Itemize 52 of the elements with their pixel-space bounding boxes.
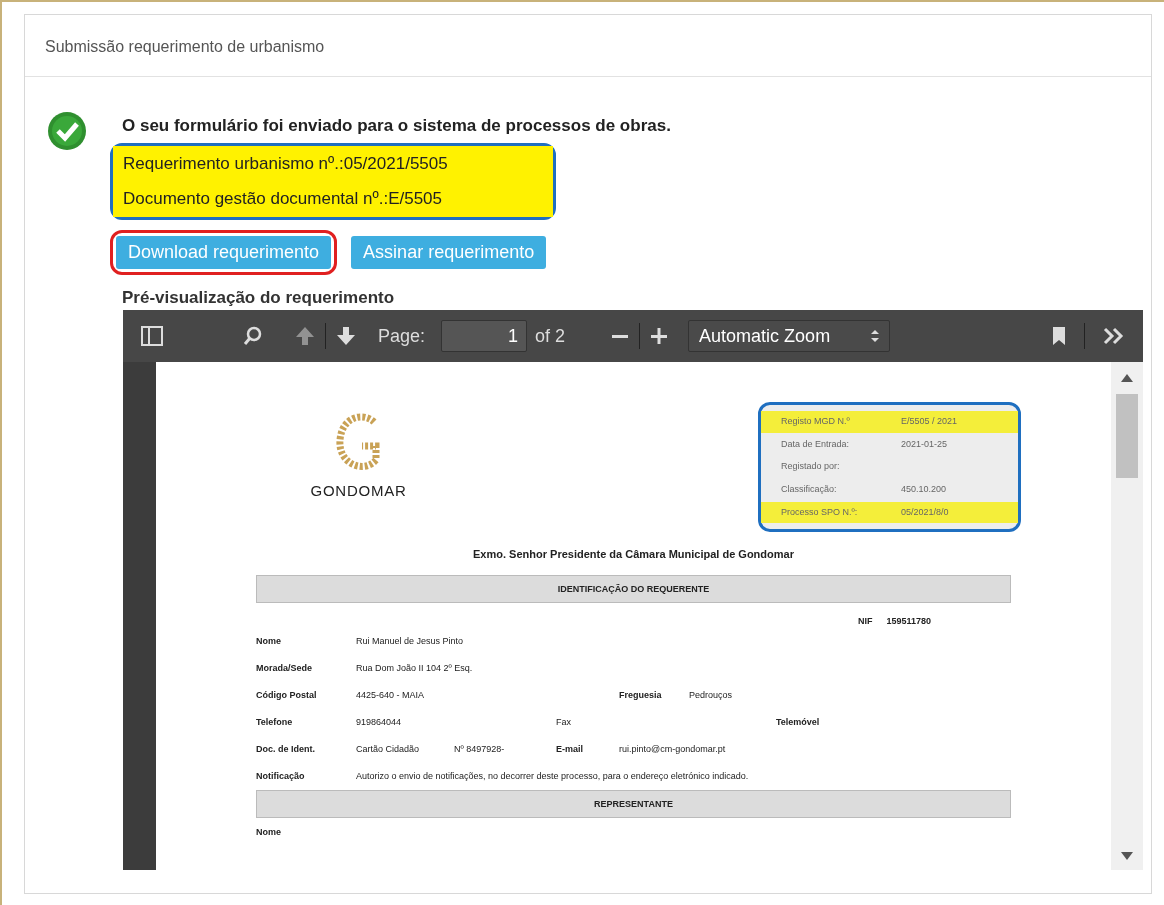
registry-row: Processo SPO N.º: 05/2021/8/0 xyxy=(761,501,1018,523)
field-value: Cartão Cidadão xyxy=(356,742,421,756)
section-header: IDENTIFICAÇÃO DO REQUERENTE xyxy=(256,574,1011,603)
field-label: Freguesia xyxy=(619,688,663,702)
page-label: Page: xyxy=(378,324,426,348)
field-value: Nº 8497928- xyxy=(454,742,506,756)
registry-row-text: Data de Entrada: 2021-01-25 xyxy=(780,437,949,451)
logo-text: GONDOMAR xyxy=(310,481,407,501)
double-chevron-icon[interactable] xyxy=(1103,327,1125,345)
reference-text: Requerimento urbanismo nº.:05/2021/5505 xyxy=(113,145,553,181)
registry-row: Registo MGD N.º E/5505 / 2021 xyxy=(761,411,1018,433)
check-icon xyxy=(47,111,87,151)
zoom-in-icon[interactable] xyxy=(650,327,669,345)
select-arrows-icon xyxy=(871,330,880,342)
bookmark-icon[interactable] xyxy=(1052,326,1066,346)
scroll-down-icon[interactable] xyxy=(1121,852,1133,860)
field-value: Rui Manuel de Jesus Pinto xyxy=(356,634,464,648)
field-label: E-mail xyxy=(556,742,584,756)
field-value: Rua Dom João II 104 2º Esq. xyxy=(356,661,473,675)
section-header: REPRESENTANTE xyxy=(256,790,1011,818)
zoom-select[interactable]: Automatic Zoom xyxy=(688,320,891,352)
field-value: Fax xyxy=(556,715,572,729)
field-label: Morada/Sede xyxy=(256,661,314,675)
page-count: of 2 xyxy=(535,324,566,348)
nif-value: 159511780 xyxy=(886,614,931,628)
scrollbar-thumb[interactable] xyxy=(1116,394,1138,478)
scrollbar[interactable] xyxy=(1111,362,1143,870)
field-value: rui.pinto@cm-gondomar.pt xyxy=(619,742,726,756)
arrow-down-icon[interactable] xyxy=(336,326,356,346)
panel-title: Submissão requerimento de urbanismo xyxy=(25,15,1151,77)
registry-row-text: Classificação: 450.10.200 xyxy=(780,482,948,496)
field-value: Autorizo o envio de notificações, no decorrer deste processo, para o endereço eletrónico indicado. xyxy=(356,769,749,783)
field-value: Pedrouços xyxy=(689,688,733,702)
field-label: Telemóvel xyxy=(776,715,820,729)
field-value: 919864044 xyxy=(356,715,403,729)
field-label: Doc. de Ident. xyxy=(256,742,316,756)
registry-row-text: Registado por: xyxy=(780,460,841,474)
field-label: Notificação xyxy=(256,769,306,783)
preview-title: Pré-visualização do requerimento xyxy=(122,286,396,309)
field-label: Telefone xyxy=(256,715,294,729)
success-message: O seu formulário foi enviado para o sistema de processos de obras. xyxy=(122,115,671,137)
page-input[interactable]: 1 xyxy=(441,320,528,352)
field-label: Código Postal xyxy=(256,688,318,702)
scroll-up-icon[interactable] xyxy=(1121,374,1133,382)
field-value: 4425-640 - MAIA xyxy=(356,688,426,702)
addressee: Exmo. Senhor Presidente da Câmara Municipal de Gondomar xyxy=(472,547,795,562)
nif-label: NIF xyxy=(857,614,873,628)
sidebar-toggle-icon[interactable] xyxy=(141,326,163,346)
field-label: Nome xyxy=(256,634,282,648)
search-icon[interactable] xyxy=(243,326,263,346)
field-label: Nome xyxy=(256,826,281,840)
reference-text: Documento gestão documental nº.:E/5505 xyxy=(113,181,553,217)
